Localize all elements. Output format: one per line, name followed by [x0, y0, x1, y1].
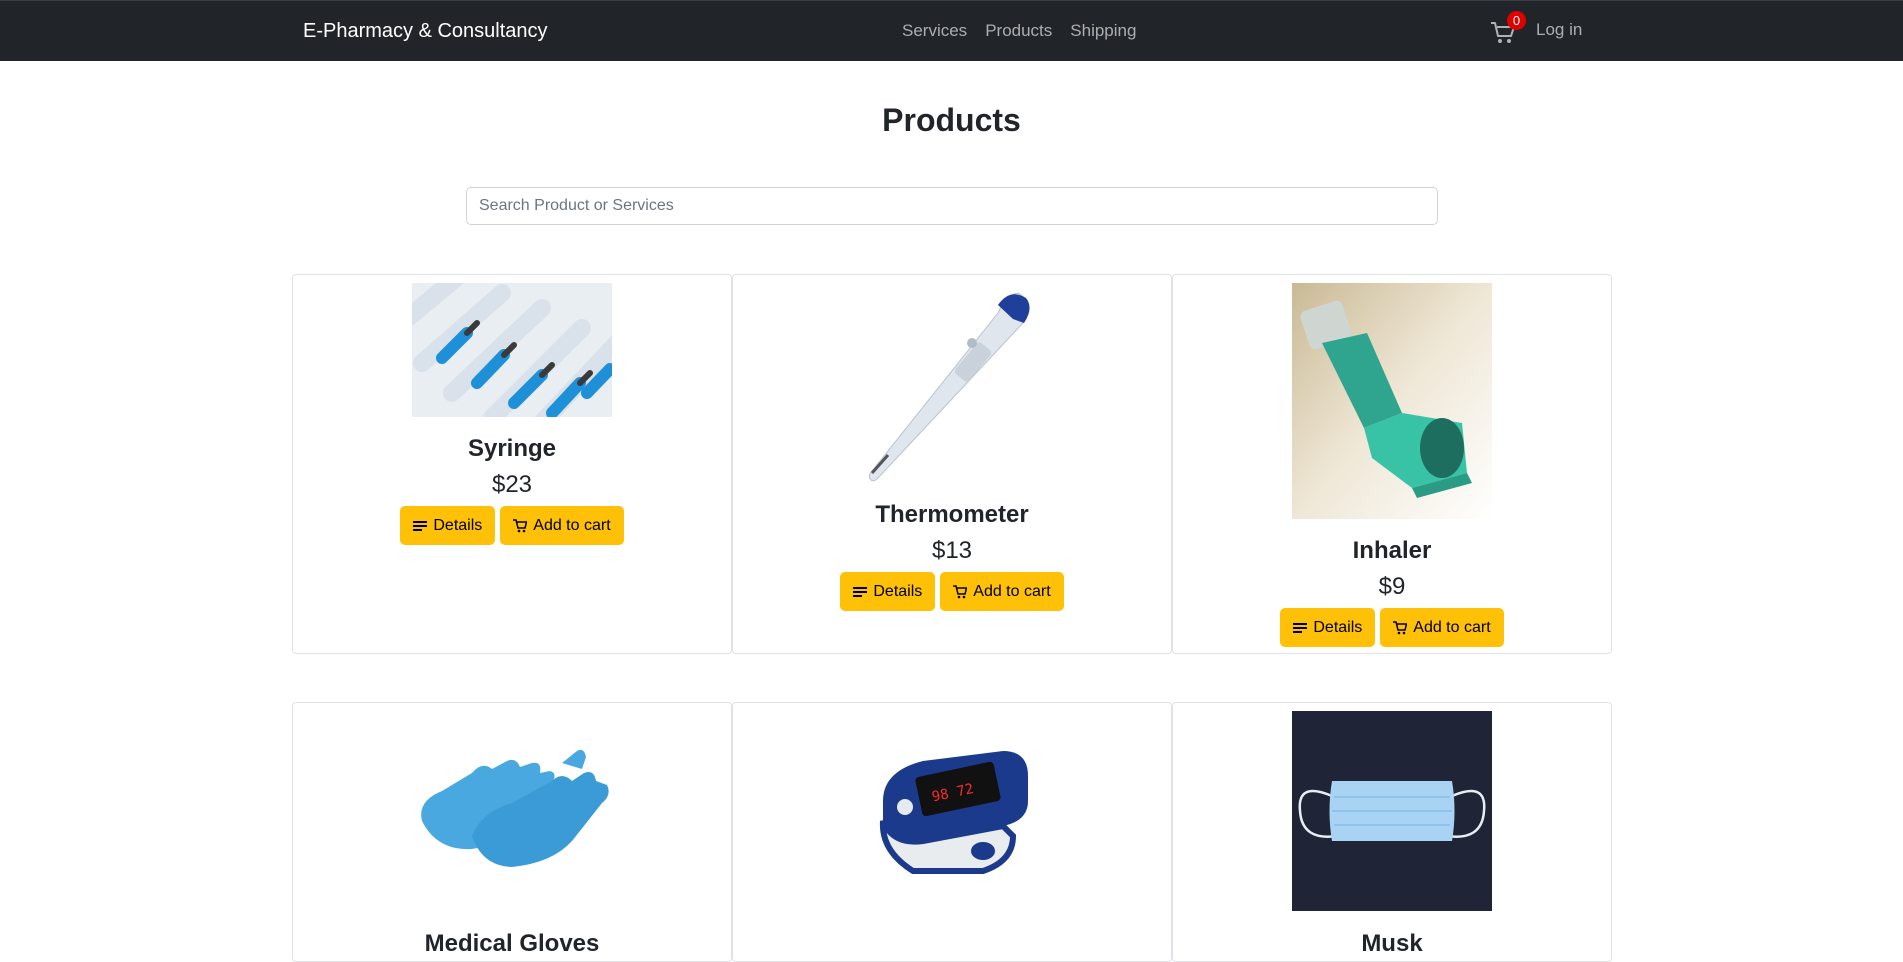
syringe-image [412, 283, 612, 417]
product-card-thermometer: Thermometer $13 Details Add to cart [732, 274, 1172, 654]
list-icon [853, 586, 868, 597]
product-price: $23 [491, 471, 533, 498]
add-to-cart-button[interactable]: Add to cart [1380, 608, 1504, 647]
add-to-cart-label: Add to cart [533, 516, 611, 534]
product-card-syringe: Syringe $23 Details Add to cart [292, 274, 732, 654]
product-name: Syringe [467, 435, 557, 462]
cart-button[interactable]: 0 [1490, 11, 1526, 45]
gloves-image [412, 711, 612, 911]
nav-link-services[interactable]: Services [902, 21, 967, 41]
product-actions: Details Add to cart [1173, 608, 1611, 647]
add-to-cart-button[interactable]: Add to cart [940, 572, 1064, 611]
nav-links: Services Products Shipping [902, 21, 1136, 41]
product-name: Inhaler [1352, 537, 1432, 564]
navbar: E-Pharmacy & Consultancy Services Produc… [0, 0, 1903, 61]
nav-link-products[interactable]: Products [985, 21, 1052, 41]
list-icon [413, 520, 428, 531]
list-icon [1293, 622, 1308, 633]
product-name: Thermometer [875, 501, 1029, 528]
product-card-inhaler: Inhaler $9 Details Add to cart [1172, 274, 1612, 654]
add-to-cart-label: Add to cart [973, 582, 1051, 600]
add-to-cart-label: Add to cart [1413, 618, 1491, 636]
brand-link[interactable]: E-Pharmacy & Consultancy [303, 20, 548, 43]
cart-icon [1393, 620, 1408, 634]
details-button[interactable]: Details [840, 572, 936, 611]
add-to-cart-button[interactable]: Add to cart [500, 506, 624, 545]
oximeter-image: 98 72 [853, 711, 1053, 911]
product-card-medical-gloves: Medical Gloves [292, 702, 732, 962]
inhaler-image [1292, 283, 1492, 519]
cart-icon [513, 518, 528, 532]
nav-link-shipping[interactable]: Shipping [1070, 21, 1136, 41]
product-card-oximeter: 98 72 [732, 702, 1172, 962]
product-name: Medical Gloves [424, 930, 600, 957]
details-button[interactable]: Details [400, 506, 496, 545]
product-actions: Details Add to cart [733, 572, 1171, 611]
product-name: Musk [1361, 930, 1423, 957]
product-actions: Details Add to cart [293, 506, 731, 545]
cart-icon [953, 584, 968, 598]
product-price: $9 [1378, 573, 1406, 600]
search-input[interactable] [466, 187, 1438, 225]
details-label: Details [1313, 618, 1363, 636]
details-label: Details [873, 582, 923, 600]
page-title: Products [882, 102, 1021, 138]
mask-image [1292, 711, 1492, 911]
product-card-musk: Musk [1172, 702, 1612, 962]
thermometer-image [858, 283, 1048, 483]
details-button[interactable]: Details [1280, 608, 1376, 647]
details-label: Details [433, 516, 483, 534]
login-link[interactable]: Log in [1536, 20, 1582, 40]
product-price: $13 [931, 537, 973, 564]
cart-count-badge: 0 [1507, 11, 1526, 30]
